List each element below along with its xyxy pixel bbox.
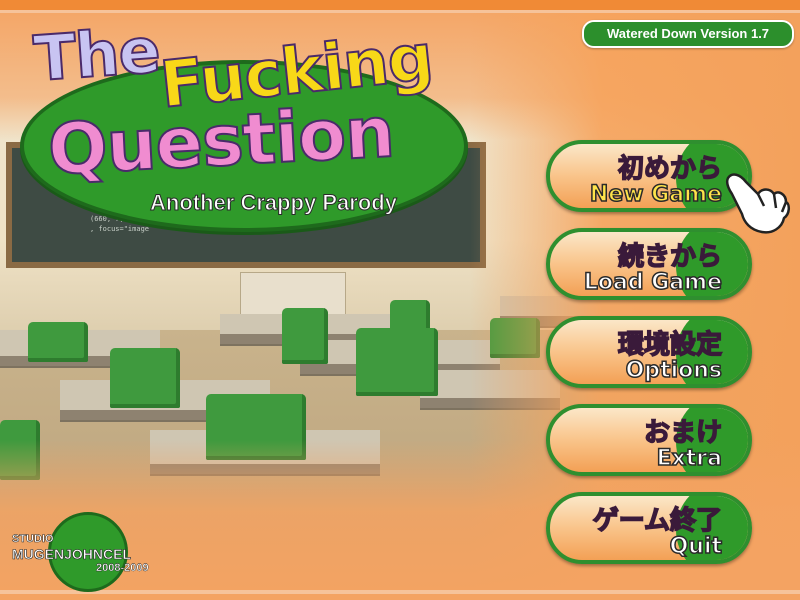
pointing-hand-icon [725,173,790,234]
button-label-jp: 続きから [617,241,723,273]
chair [28,322,88,362]
chair [356,328,438,396]
options-button[interactable]: 環境設定 Options [546,316,752,388]
studio-years: 2008-2009 [96,562,149,574]
frame-bottom-border [0,590,800,594]
chair [110,348,180,408]
load-game-button[interactable]: 続きから Load Game [546,228,752,300]
button-label-en: Load Game [583,269,723,296]
extra-button[interactable]: おまけ Extra [546,404,752,476]
button-label-jp: おまけ [643,417,723,449]
frame-top-border [0,0,800,13]
quit-button[interactable]: ゲーム終了 Quit [546,492,752,564]
studio-label: STUDIO [12,533,54,546]
button-label-jp: ゲーム終了 [592,505,723,537]
version-badge: Watered Down Version 1.7 [582,20,794,48]
button-label-en: Extra [656,445,723,472]
chair [282,308,328,364]
logo-word-question: Question [45,90,397,192]
button-label-jp: 環境設定 [617,329,723,361]
title-screen: (560, 1 (660, 7, 165, , focus="image Wat… [0,0,800,600]
button-label-en: New Game [589,181,723,208]
studio-name: MUGENJOHNCEL [12,546,132,563]
button-label-jp: 初めから [617,153,723,185]
new-game-button[interactable]: 初めから New Game [546,140,752,212]
logo-subtitle: Another Crappy Parody [150,190,398,216]
button-label-en: Options [625,357,723,384]
button-label-en: Quit [669,533,723,560]
logo-word-the: The [31,13,163,97]
